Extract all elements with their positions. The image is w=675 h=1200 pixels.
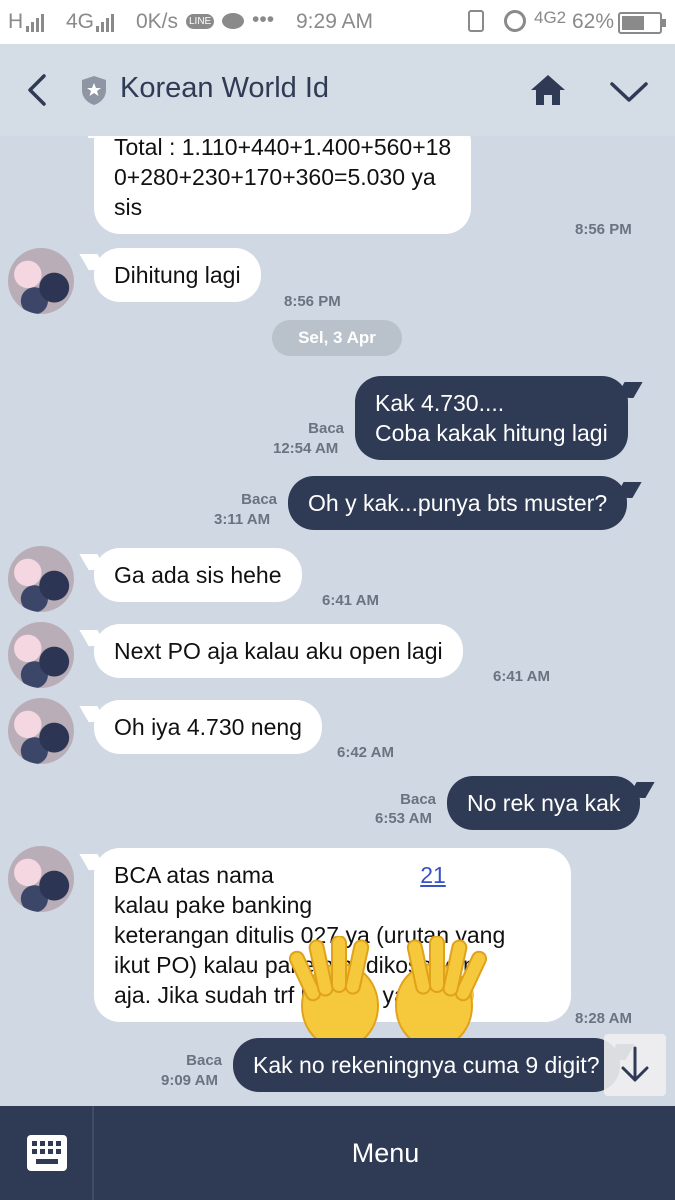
home-icon[interactable] xyxy=(528,72,568,108)
alarm-icon xyxy=(504,10,526,32)
message-time: 8:56 PM xyxy=(575,221,632,238)
vibrate-icon xyxy=(468,10,484,32)
scroll-to-bottom-button[interactable] xyxy=(604,1034,666,1096)
message-text: BCA atas nama xyxy=(114,862,281,888)
arrow-down-icon xyxy=(621,1046,649,1082)
message-time: 6:53 AM xyxy=(375,810,432,827)
message-time: 3:11 AM xyxy=(214,511,271,528)
message-text: Oh y kak...punya bts muster? xyxy=(308,490,608,516)
avatar[interactable] xyxy=(8,846,74,912)
battery-fill xyxy=(622,16,644,30)
message-bubble-outgoing[interactable]: Kak no rekeningnya cuma 9 digit? xyxy=(233,1038,620,1092)
message-text: Kak no rekeningnya cuma 9 digit? xyxy=(253,1052,600,1078)
message-text: Next PO aja kalau aku open lagi xyxy=(114,638,443,664)
message-text: No rek nya kak xyxy=(467,790,621,816)
chat-area[interactable]: Total : 1.110+440+1.400+560+18 0+280+230… xyxy=(0,136,675,1106)
back-icon[interactable] xyxy=(22,72,52,108)
carrier-label: H xyxy=(8,10,24,33)
status-bar: H 4G 0K/s LINE ••• 9:29 AM 4G2 62% xyxy=(0,0,675,44)
bottom-bar: Menu xyxy=(0,1106,675,1200)
network-speed: 0K/s xyxy=(136,10,179,33)
account-number-link[interactable]: 21 xyxy=(420,862,446,888)
message-text: Total : 1.110+440+1.400+560+18 xyxy=(114,136,452,160)
message-bubble-outgoing[interactable]: No rek nya kak xyxy=(447,776,641,830)
network-label: 4G xyxy=(66,10,95,33)
battery-icon xyxy=(618,12,666,34)
message-time: 8:56 PM xyxy=(284,293,341,310)
message-time: 6:42 AM xyxy=(337,744,394,761)
message-time: 6:41 AM xyxy=(493,668,550,685)
message-bubble-incoming[interactable]: Total : 1.110+440+1.400+560+18 0+280+230… xyxy=(94,136,472,234)
more-notifications-icon: ••• xyxy=(252,8,275,31)
network-label-2: 4G2 xyxy=(534,8,567,27)
message-time: 8:28 AM xyxy=(575,1010,632,1027)
message-bubble-incoming[interactable]: Next PO aja kalau aku open lagi xyxy=(94,624,463,678)
message-time: 6:41 AM xyxy=(322,592,379,609)
message-bubble-outgoing[interactable]: Oh y kak...punya bts muster? xyxy=(288,476,628,530)
official-account-shield-icon xyxy=(82,76,106,105)
message-text: kalau pake banking xyxy=(114,892,313,918)
chevron-down-icon[interactable] xyxy=(608,78,650,106)
avatar[interactable] xyxy=(8,248,74,314)
message-bubble-incoming[interactable]: Dihitung lagi xyxy=(94,248,261,302)
read-receipt: Baca xyxy=(241,491,277,508)
avatar[interactable] xyxy=(8,698,74,764)
line-app-icon: LINE xyxy=(186,14,215,29)
read-receipt: Baca xyxy=(308,420,344,437)
menu-button[interactable]: Menu xyxy=(96,1106,675,1200)
message-text: Kak 4.730.... xyxy=(375,390,505,416)
read-receipt: Baca xyxy=(186,1052,222,1069)
read-receipt: Baca xyxy=(400,791,436,808)
message-text: sis xyxy=(114,194,143,220)
message-time: 9:09 AM xyxy=(161,1072,218,1089)
keyboard-button[interactable] xyxy=(0,1106,94,1200)
message-bubble-incoming[interactable]: Ga ada sis hehe xyxy=(94,548,302,602)
keyboard-icon xyxy=(27,1135,67,1171)
signal-icon xyxy=(26,12,44,32)
signal-icon-2 xyxy=(96,12,114,32)
message-text: 0+280+230+170+360=5.030 ya xyxy=(114,164,436,190)
clock: 9:29 AM xyxy=(296,10,374,33)
message-text: Ga ada sis hehe xyxy=(114,562,282,588)
message-bubble-incoming[interactable]: Oh iya 4.730 neng xyxy=(94,700,322,754)
message-text: Dihitung lagi xyxy=(114,262,241,288)
message-text: Oh iya 4.730 neng xyxy=(114,714,302,740)
date-divider: Sel, 3 Apr xyxy=(272,320,402,356)
message-time: 12:54 AM xyxy=(273,440,339,457)
message-bubble-outgoing[interactable]: Kak 4.730.... Coba kakak hitung lagi xyxy=(355,376,628,460)
battery-percent: 62% xyxy=(572,10,615,33)
avatar[interactable] xyxy=(8,546,74,612)
chat-notification-icon xyxy=(222,13,244,29)
avatar[interactable] xyxy=(8,622,74,688)
message-text: Coba kakak hitung lagi xyxy=(375,420,608,446)
chat-header: Korean World Id xyxy=(0,44,675,136)
chat-title: Korean World Id xyxy=(120,72,330,104)
